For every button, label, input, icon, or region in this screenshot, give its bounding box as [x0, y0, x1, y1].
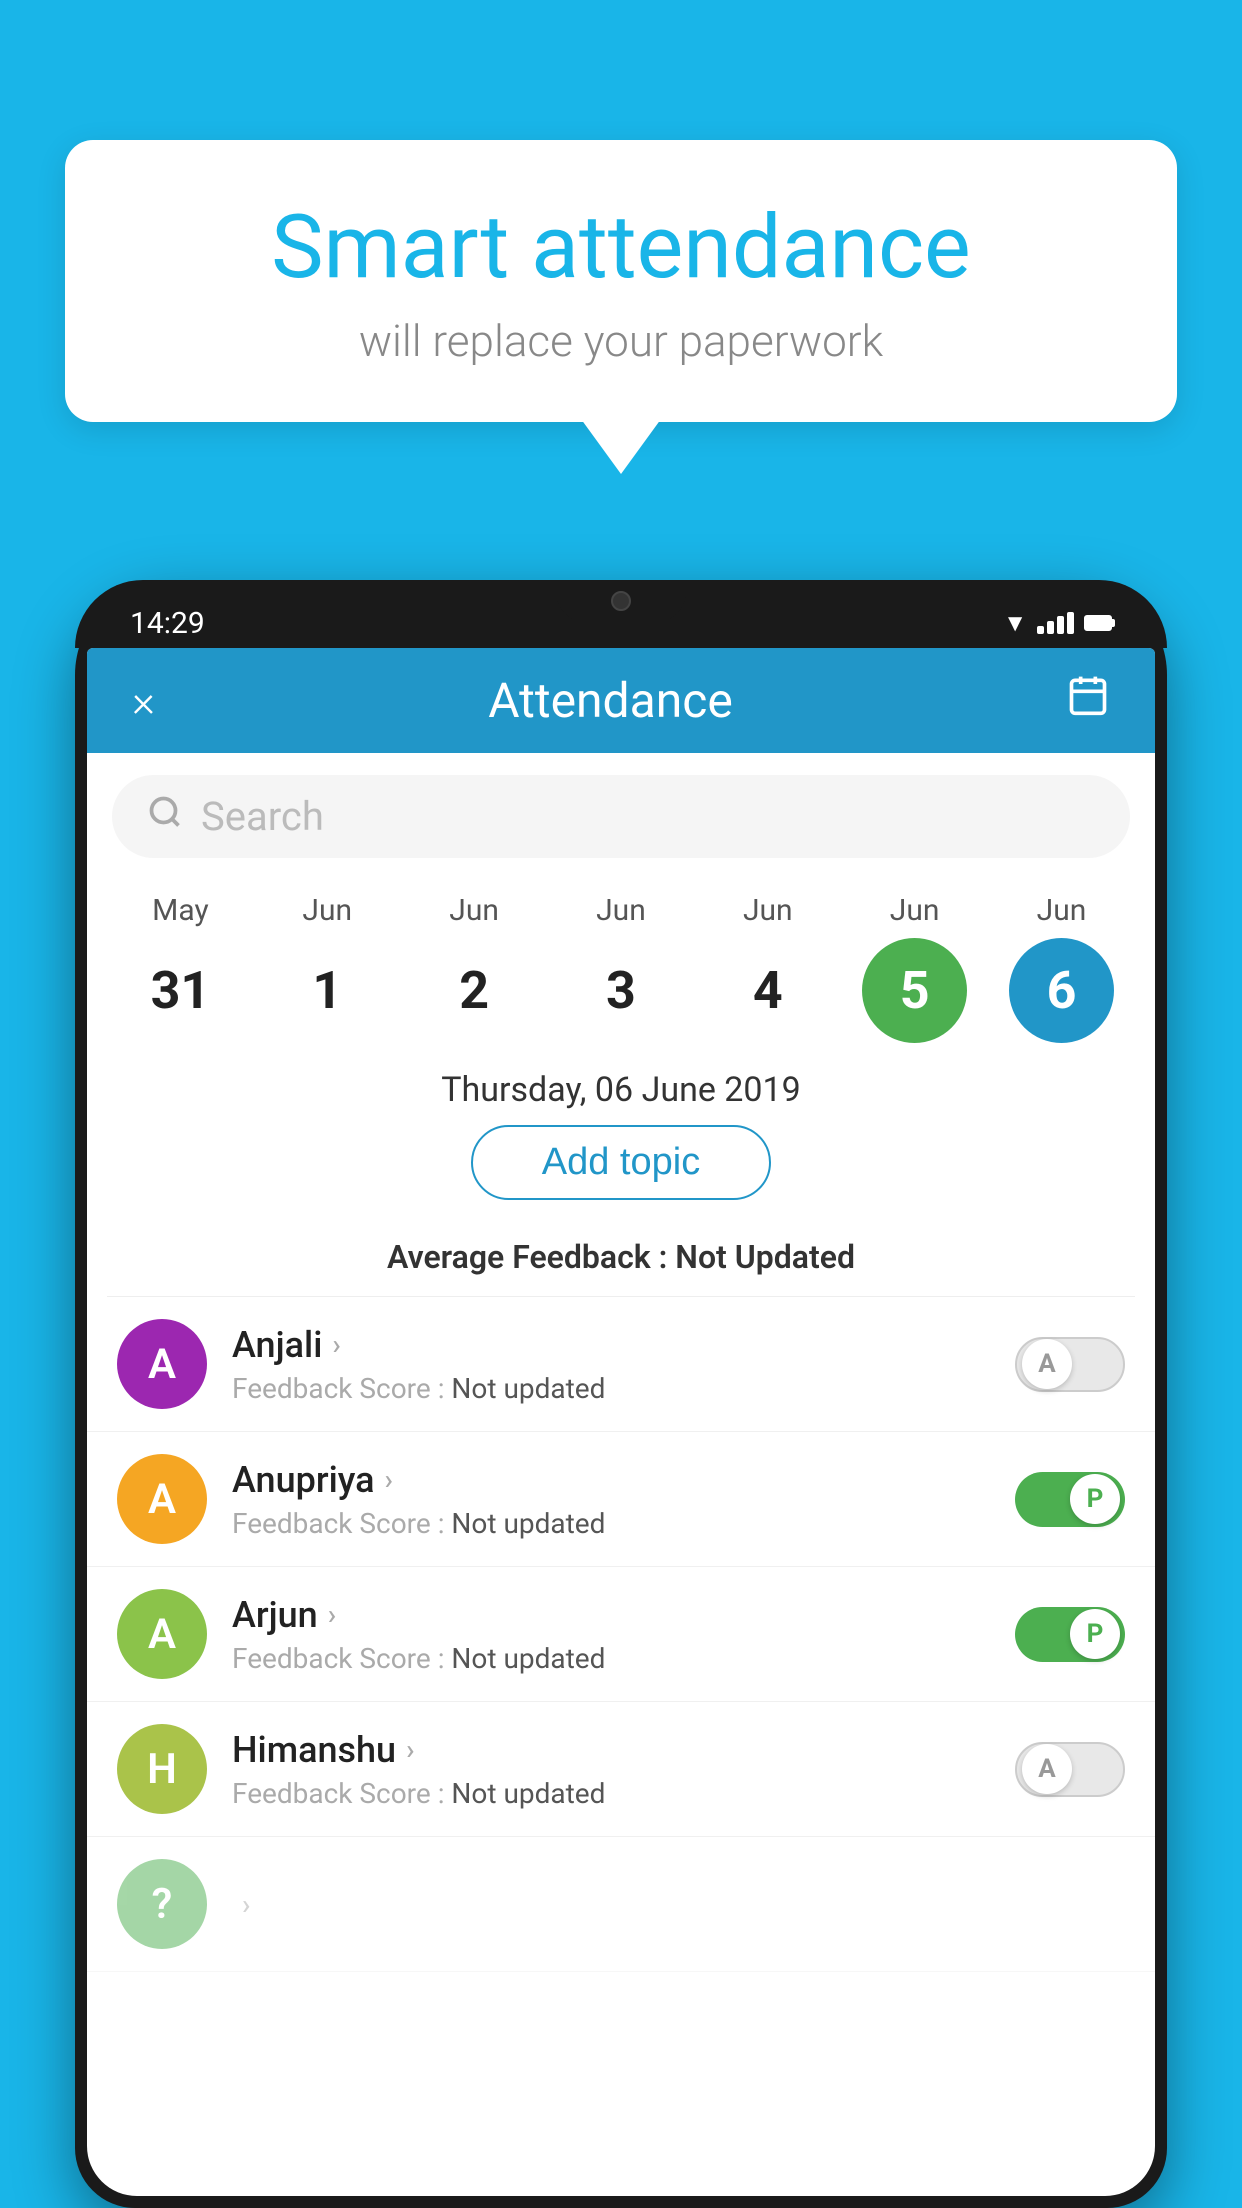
avatar-anjali: A: [117, 1319, 207, 1409]
avatar-partial: ?: [117, 1859, 207, 1949]
student-item-himanshu: H Himanshu › Feedback Score : Not update…: [87, 1702, 1155, 1837]
status-bar: 14:29 ▼: [75, 580, 1167, 648]
student-item-anjali: A Anjali › Feedback Score : Not updated …: [87, 1297, 1155, 1432]
chevron-icon: ›: [328, 1598, 336, 1631]
status-time: 14:29: [130, 606, 205, 641]
chevron-icon: ›: [406, 1733, 414, 1766]
avatar-himanshu: H: [117, 1724, 207, 1814]
student-info-himanshu: Himanshu › Feedback Score : Not updated: [232, 1729, 990, 1810]
search-icon: [147, 794, 183, 840]
cal-day-5[interactable]: Jun 5: [855, 893, 975, 1043]
camera: [611, 591, 631, 611]
student-feedback-anjali: Feedback Score : Not updated: [232, 1372, 990, 1405]
chevron-icon: ›: [332, 1328, 340, 1361]
search-bar[interactable]: Search: [112, 775, 1130, 858]
student-item-partial: ? ›: [87, 1837, 1155, 1972]
feedback-label: Average Feedback :: [387, 1238, 667, 1276]
toggle-anupriya[interactable]: P: [1015, 1472, 1125, 1527]
student-item-arjun: A Arjun › Feedback Score : Not updated P: [87, 1567, 1155, 1702]
toggle-himanshu[interactable]: A: [1015, 1742, 1125, 1797]
wifi-icon: ▼: [1003, 609, 1027, 638]
toggle-anjali[interactable]: A: [1015, 1337, 1125, 1392]
student-feedback-anupriya: Feedback Score : Not updated: [232, 1507, 990, 1540]
close-button[interactable]: ×: [132, 675, 155, 727]
cal-day-4[interactable]: Jun 4: [708, 893, 828, 1043]
status-icons: ▼: [1003, 609, 1112, 638]
header-title: Attendance: [488, 672, 733, 729]
feedback-value: Not Updated: [675, 1238, 855, 1276]
speech-bubble: Smart attendance will replace your paper…: [65, 140, 1177, 422]
signal-icon: [1037, 612, 1074, 634]
calendar-button[interactable]: [1066, 673, 1110, 728]
speech-title: Smart attendance: [145, 200, 1097, 297]
calendar-strip: May 31 Jun 1 Jun 2 Jun 3 Jun 4 Jun 5: [87, 873, 1155, 1048]
avatar-arjun: A: [117, 1589, 207, 1679]
cal-day-2[interactable]: Jun 2: [414, 893, 534, 1043]
battery-icon: [1084, 615, 1112, 631]
student-name-anupriya[interactable]: Anupriya ›: [232, 1459, 990, 1501]
student-info-arjun: Arjun › Feedback Score : Not updated: [232, 1594, 990, 1675]
add-topic-button[interactable]: Add topic: [471, 1125, 771, 1200]
phone-screen: × Attendance Search May 31 Jun 1: [87, 648, 1155, 2196]
student-info-anjali: Anjali › Feedback Score : Not updated: [232, 1324, 990, 1405]
speech-subtitle: will replace your paperwork: [145, 315, 1097, 367]
student-name-arjun[interactable]: Arjun ›: [232, 1594, 990, 1636]
cal-day-0[interactable]: May 31: [120, 893, 240, 1043]
chevron-icon: ›: [385, 1463, 393, 1496]
student-name-partial[interactable]: ›: [232, 1888, 1125, 1921]
phone-notch: [556, 580, 686, 622]
student-item-anupriya: A Anupriya › Feedback Score : Not update…: [87, 1432, 1155, 1567]
chevron-icon: ›: [242, 1888, 250, 1921]
student-feedback-himanshu: Feedback Score : Not updated: [232, 1777, 990, 1810]
feedback-info: Average Feedback : Not Updated: [87, 1238, 1155, 1276]
student-list: A Anjali › Feedback Score : Not updated …: [87, 1297, 1155, 1972]
student-name-anjali[interactable]: Anjali ›: [232, 1324, 990, 1366]
student-info-anupriya: Anupriya › Feedback Score : Not updated: [232, 1459, 990, 1540]
cal-day-6[interactable]: Jun 6: [1001, 893, 1121, 1043]
app-header: × Attendance: [87, 648, 1155, 753]
date-label: Thursday, 06 June 2019: [87, 1070, 1155, 1110]
student-info-partial: ›: [232, 1888, 1125, 1921]
phone-frame: 14:29 ▼ × Attend: [75, 580, 1167, 2208]
toggle-arjun[interactable]: P: [1015, 1607, 1125, 1662]
student-name-himanshu[interactable]: Himanshu ›: [232, 1729, 990, 1771]
avatar-anupriya: A: [117, 1454, 207, 1544]
cal-day-1[interactable]: Jun 1: [267, 893, 387, 1043]
student-feedback-arjun: Feedback Score : Not updated: [232, 1642, 990, 1675]
cal-day-3[interactable]: Jun 3: [561, 893, 681, 1043]
search-input[interactable]: Search: [201, 793, 324, 840]
